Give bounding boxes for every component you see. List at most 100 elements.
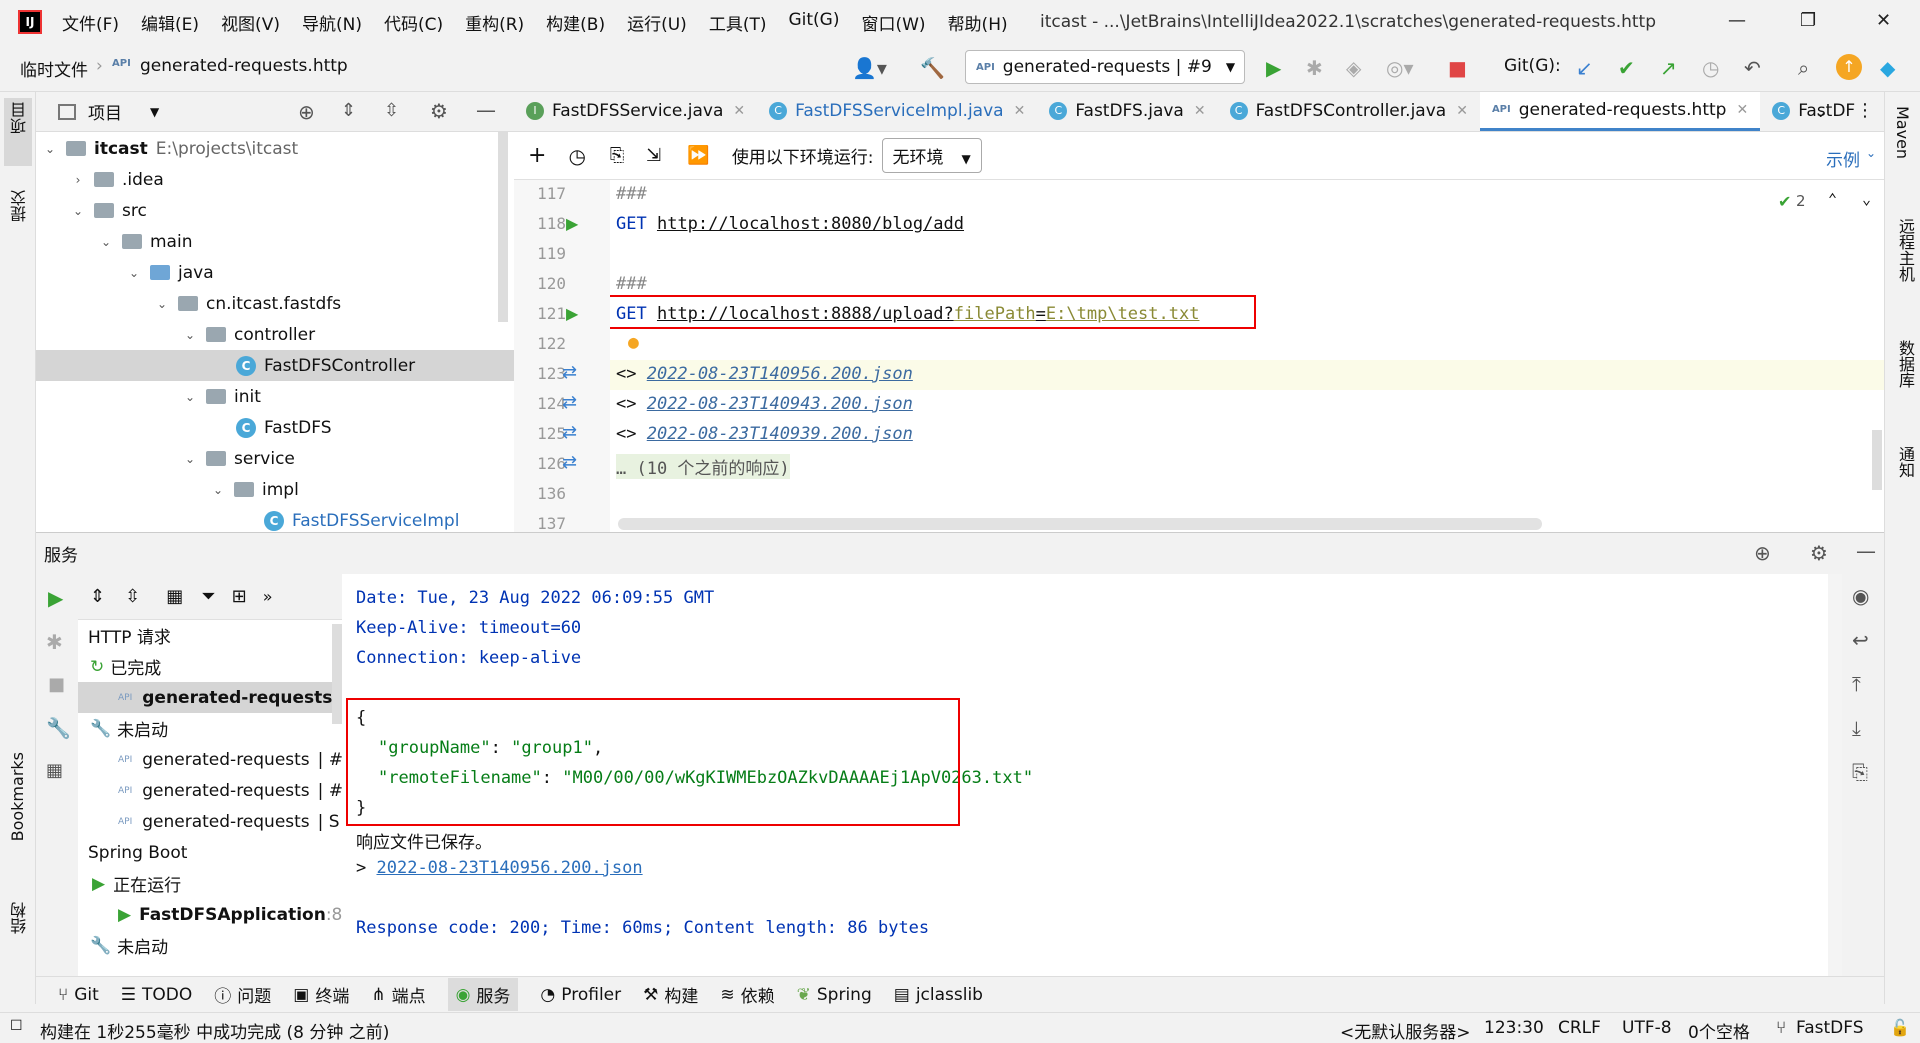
examples-link[interactable]: 示例 [1826, 146, 1860, 171]
lightbulb-icon[interactable]: ● [628, 332, 639, 353]
next-highlight-icon[interactable]: ⌄ [1862, 190, 1871, 208]
service-group-not-started-2[interactable]: 🔧 未启动 [90, 930, 168, 961]
update-icon[interactable]: ↑ [1836, 54, 1862, 80]
chevron-down-icon[interactable]: ⌄ [182, 452, 198, 466]
response-file[interactable]: 2022-08-23T140943.200.json [647, 394, 913, 414]
copy-icon[interactable]: ⎘ [1852, 760, 1868, 784]
tab-fastdfsservice[interactable]: I FastDFSService.java ✕ [514, 92, 757, 131]
run-icon[interactable]: ▶ [48, 586, 63, 610]
tree-scrollbar[interactable] [332, 624, 342, 724]
chevron-down-icon[interactable]: ⌄ [98, 235, 114, 249]
history-icon[interactable]: ◷ [1702, 56, 1719, 80]
coverage-icon[interactable]: ◈ [1346, 56, 1361, 80]
tree-item-controller[interactable]: ⌄ controller [182, 319, 315, 350]
convert-icon[interactable]: ⎘ [610, 145, 624, 166]
menu-edit[interactable]: 编辑(E) [141, 10, 199, 35]
close-tab-icon[interactable]: ✕ [1194, 103, 1206, 119]
chevron-down-icon[interactable]: ⌄ [1866, 146, 1876, 160]
scroll-to-end-icon[interactable]: ⤓ [1852, 716, 1861, 740]
tab-fastdfscontroller[interactable]: C FastDFSController.java ✕ [1218, 92, 1480, 131]
service-item-app[interactable]: ▶ FastDFSApplication:88 [118, 899, 342, 930]
menu-file[interactable]: 文件(F) [62, 10, 119, 35]
service-group-http[interactable]: HTTP 请求 [88, 620, 171, 651]
service-group-not-started[interactable]: 🔧 未启动 [90, 713, 168, 744]
vertical-scrollbar[interactable] [1828, 574, 1842, 976]
run-request-icon[interactable]: ▶ [566, 304, 578, 323]
profile-icon[interactable]: ◎▾ [1386, 56, 1414, 80]
tree-item-impl[interactable]: ⌄ impl [210, 474, 299, 505]
response-link-2[interactable]: <> 2022-08-23T140943.200.json [616, 394, 913, 414]
chevron-down-icon[interactable]: ⌄ [182, 328, 198, 342]
menu-window[interactable]: 窗口(W) [861, 10, 925, 35]
status-caret-position[interactable]: 123:30 [1484, 1018, 1544, 1038]
tool-tab-build[interactable]: ⚒ 构建 [643, 982, 698, 1008]
previous-highlight-icon[interactable]: ⌃ [1828, 190, 1837, 208]
run-config-selector[interactable]: API generated-requests | #9 ▼ [965, 50, 1245, 84]
tree-item-src[interactable]: ⌄ src [70, 195, 147, 226]
commit-tool-label[interactable]: 提交 [8, 190, 32, 222]
saved-file-link[interactable]: 2022-08-23T140956.200.json [377, 858, 643, 878]
soft-wrap-icon[interactable]: ↩ [1852, 628, 1869, 652]
tool-tab-git[interactable]: ⑂ Git [58, 985, 99, 1005]
chevron-down-icon[interactable]: ⌄ [70, 204, 86, 218]
response-file[interactable]: 2022-08-23T140956.200.json [647, 364, 913, 384]
response-viewer[interactable]: Date: Tue, 23 Aug 2022 06:09:55 GMT Keep… [342, 574, 1842, 976]
close-tab-icon[interactable]: ✕ [733, 103, 745, 119]
settings-gear-icon[interactable]: ⚙ [1810, 541, 1828, 565]
close-tab-icon[interactable]: ✕ [1736, 102, 1748, 118]
response-link-3[interactable]: <> 2022-08-23T140939.200.json [616, 424, 913, 444]
service-group-running[interactable]: ▶ 正在运行 [92, 868, 181, 899]
add-request-icon[interactable]: + [528, 143, 546, 168]
hide-panel-icon[interactable]: — [1856, 539, 1876, 563]
tool-tab-endpoints[interactable]: ⋔ 端点 [371, 982, 425, 1008]
compare-response-icon[interactable]: ⇄ [562, 362, 577, 383]
status-toggle-icon[interactable]: ☐ [10, 1018, 23, 1034]
chevron-down-icon[interactable]: ⌄ [182, 390, 198, 404]
inspection-ok-icon[interactable]: ✔ [1778, 192, 1791, 211]
menu-view[interactable]: 视图(V) [221, 10, 280, 35]
service-item[interactable]: API generated-requests | S [118, 806, 340, 837]
status-server[interactable]: <无默认服务器> [1340, 1018, 1471, 1043]
tool-tab-dependencies[interactable]: ≋ 依赖 [720, 982, 774, 1008]
tab-fastdfsserviceimpl[interactable]: C FastDFSServiceImpl.java ✕ [757, 92, 1037, 131]
compare-response-icon[interactable]: ⇄ [562, 392, 577, 413]
service-group-finished[interactable]: ↻ 已完成 [90, 651, 161, 682]
menu-build[interactable]: 构建(B) [546, 10, 605, 35]
hide-panel-icon[interactable]: — [476, 98, 496, 122]
close-tab-icon[interactable]: ✕ [1014, 103, 1026, 119]
service-item[interactable]: API generated-requests | # [118, 775, 342, 806]
service-group-spring-boot[interactable]: Spring Boot [88, 837, 187, 868]
status-indent[interactable]: 0个空格 [1688, 1018, 1750, 1043]
chevron-down-icon[interactable]: ⌄ [126, 266, 142, 280]
status-line-separator[interactable]: CRLF [1558, 1018, 1601, 1038]
menu-refactor[interactable]: 重构(R) [465, 10, 524, 35]
git-commit-icon[interactable]: ✔ [1618, 56, 1635, 80]
breadcrumb-scratches[interactable]: 临时文件 [20, 56, 88, 81]
more-options-icon[interactable]: ⋮ [1856, 100, 1874, 121]
tree-scrollbar[interactable] [498, 132, 508, 322]
git-push-icon[interactable]: ↗ [1660, 56, 1677, 80]
jetbrains-toolbox-icon[interactable]: ◆ [1880, 56, 1895, 80]
response-link-1[interactable]: <> 2022-08-23T140956.200.json [616, 364, 913, 384]
service-item-selected[interactable]: APIgenerated-requests| [118, 682, 342, 713]
tree-item-fastdfs[interactable]: C FastDFS [236, 412, 332, 443]
build-hammer-icon[interactable]: 🔨 [920, 56, 945, 80]
menu-run[interactable]: 运行(U) [627, 10, 687, 35]
tree-item-main[interactable]: ⌄ main [98, 226, 193, 257]
tool-tab-problems[interactable]: ⓘ 问题 [214, 982, 271, 1007]
wrench-icon[interactable]: 🔧 [46, 716, 71, 740]
request-url[interactable]: http://localhost:8080/blog/add [657, 214, 964, 234]
menu-navigate[interactable]: 导航(N) [302, 10, 362, 35]
structure-tool-label[interactable]: 结构 [8, 902, 32, 934]
expand-all-icon[interactable]: ⇕ [341, 100, 356, 121]
filter-icon[interactable]: ⏷ [201, 586, 215, 607]
stop-icon[interactable]: ■ [48, 674, 65, 695]
tool-tab-profiler[interactable]: ◔ Profiler [540, 985, 621, 1005]
status-git-branch[interactable]: FastDFS [1796, 1018, 1864, 1038]
chevron-right-icon[interactable]: › [70, 173, 86, 187]
layout-icon[interactable]: ▦ [46, 760, 63, 781]
view-dropdown-icon[interactable]: ▼ [150, 105, 159, 119]
response-file[interactable]: 2022-08-23T140939.200.json [647, 424, 913, 444]
search-icon[interactable]: ⌕ [1798, 56, 1809, 80]
menu-tools[interactable]: 工具(T) [709, 10, 767, 35]
